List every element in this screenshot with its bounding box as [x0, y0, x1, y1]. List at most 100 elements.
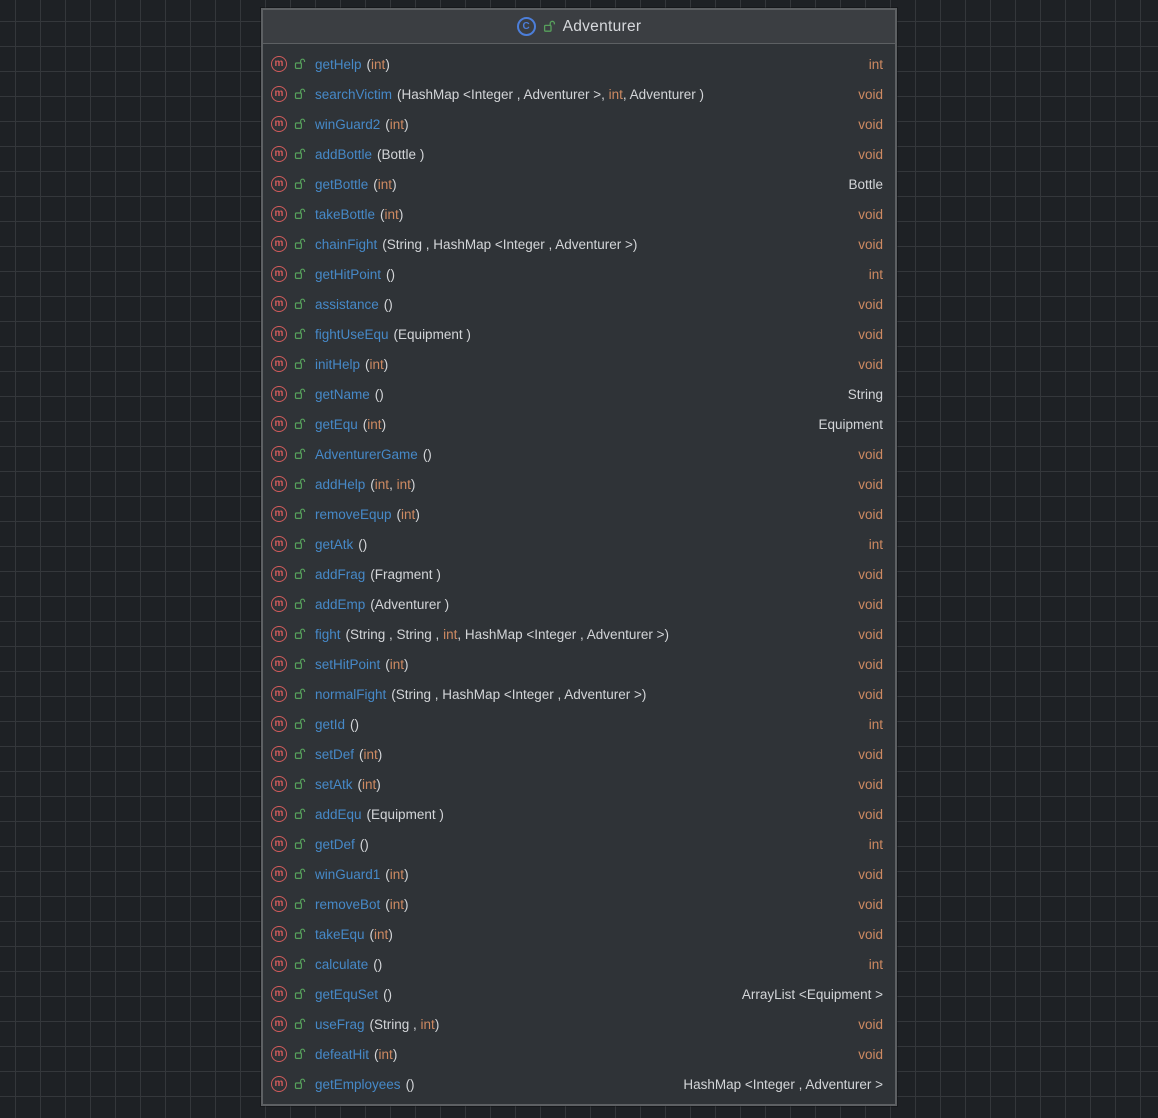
method-row[interactable]: m removeBot (int) void — [263, 889, 895, 919]
method-return-type: void — [858, 626, 883, 642]
param-segment: int — [374, 926, 389, 942]
method-row[interactable]: m getName () String — [263, 379, 895, 409]
method-return-type: Equipment — [818, 416, 883, 432]
method-row[interactable]: m getEmployees () HashMap <Integer , Adv… — [263, 1069, 895, 1099]
diagram-canvas[interactable]: C Adventurer m getHelp (int) int m searc… — [0, 0, 1158, 1118]
method-row[interactable]: m searchVictim (HashMap <Integer , Adven… — [263, 79, 895, 109]
method-return-type: int — [868, 716, 883, 732]
method-row[interactable]: m useFrag (String , int) void — [263, 1009, 895, 1039]
method-row[interactable]: m setDef (int) void — [263, 739, 895, 769]
param-segment: int — [363, 746, 378, 762]
public-visibility-icon — [294, 358, 306, 369]
param-segment: ) — [410, 476, 416, 492]
method-return-type: HashMap <Integer , Adventurer > — [683, 1076, 883, 1092]
method-return-type: Bottle — [848, 176, 883, 192]
method-icon: m — [271, 686, 287, 702]
param-segment: int — [378, 1046, 393, 1062]
param-segment: () — [350, 716, 360, 732]
method-name: getAtk — [315, 536, 354, 552]
method-icon: m — [271, 506, 287, 522]
method-name: calculate — [315, 956, 369, 972]
method-name: takeBottle — [315, 206, 376, 222]
public-visibility-icon — [294, 118, 306, 129]
method-row[interactable]: m setHitPoint (int) void — [263, 649, 895, 679]
method-row[interactable]: m getAtk () int — [263, 529, 895, 559]
method-name: useFrag — [315, 1016, 365, 1032]
method-return-type: void — [858, 206, 883, 222]
method-row[interactable]: m chainFight (String , HashMap <Integer … — [263, 229, 895, 259]
public-visibility-icon — [294, 448, 306, 459]
param-segment: int — [374, 476, 390, 492]
public-visibility-icon — [294, 688, 306, 699]
method-icon: m — [271, 86, 287, 102]
method-return-type: void — [858, 656, 883, 672]
public-visibility-icon — [294, 88, 306, 99]
public-visibility-icon — [294, 808, 306, 819]
method-params: (HashMap <Integer , Adventurer >, int, A… — [397, 87, 704, 102]
public-visibility-icon — [294, 1018, 306, 1029]
param-segment: () — [383, 986, 393, 1002]
method-row[interactable]: m winGuard2 (int) void — [263, 109, 895, 139]
method-row[interactable]: m takeBottle (int) void — [263, 199, 895, 229]
method-icon: m — [271, 806, 287, 822]
method-icon: m — [271, 116, 287, 132]
method-name: addHelp — [315, 476, 366, 492]
method-params: () — [375, 387, 384, 402]
method-row[interactable]: m getEqu (int) Equipment — [263, 409, 895, 439]
param-segment: ) — [392, 1046, 398, 1062]
param-segment: (Fragment ) — [370, 566, 441, 582]
method-row[interactable]: m winGuard1 (int) void — [263, 859, 895, 889]
method-row[interactable]: m removeEqup (int) void — [263, 499, 895, 529]
method-name: getBottle — [315, 176, 369, 192]
method-row[interactable]: m addEmp (Adventurer ) void — [263, 589, 895, 619]
method-row[interactable]: m addBottle (Bottle ) void — [263, 139, 895, 169]
method-row[interactable]: m getBottle (int) Bottle — [263, 169, 895, 199]
class-header[interactable]: C Adventurer — [263, 10, 895, 44]
method-name: assistance — [315, 296, 379, 312]
public-visibility-icon — [294, 478, 306, 489]
method-return-type: void — [858, 146, 883, 162]
method-row[interactable]: m getHelp (int) int — [263, 49, 895, 79]
param-segment: ) — [381, 416, 387, 432]
method-row[interactable]: m getEquSet () ArrayList <Equipment > — [263, 979, 895, 1009]
method-row[interactable]: m getHitPoint () int — [263, 259, 895, 289]
method-icon: m — [271, 926, 287, 942]
method-name: getHelp — [315, 56, 362, 72]
method-row[interactable]: m fightUseEqu (Equipment ) void — [263, 319, 895, 349]
method-row[interactable]: m getDef () int — [263, 829, 895, 859]
method-return-type: void — [858, 116, 883, 132]
param-segment: (String , — [369, 1016, 421, 1032]
method-row[interactable]: m normalFight (String , HashMap <Integer… — [263, 679, 895, 709]
param-segment: ) — [404, 866, 409, 882]
public-visibility-icon — [294, 418, 306, 429]
method-row[interactable]: m takeEqu (int) void — [263, 919, 895, 949]
method-row[interactable]: m defeatHit (int) void — [263, 1039, 895, 1069]
method-row[interactable]: m addEqu (Equipment ) void — [263, 799, 895, 829]
method-return-type: void — [858, 326, 883, 342]
public-visibility-icon — [294, 178, 306, 189]
public-visibility-icon — [294, 268, 306, 279]
class-box-adventurer[interactable]: C Adventurer m getHelp (int) int m searc… — [261, 8, 897, 1106]
method-row[interactable]: m getId () int — [263, 709, 895, 739]
method-name: fight — [315, 626, 341, 642]
param-segment: int — [371, 56, 386, 72]
method-row[interactable]: m initHelp (int) void — [263, 349, 895, 379]
param-segment: int — [401, 506, 416, 522]
method-icon: m — [271, 266, 287, 282]
method-row[interactable]: m addFrag (Fragment ) void — [263, 559, 895, 589]
method-name: addEqu — [315, 806, 362, 822]
param-segment: (Equipment ) — [366, 806, 444, 822]
method-params: (int) — [359, 747, 382, 762]
method-params: (int) — [358, 777, 381, 792]
method-icon: m — [271, 536, 287, 552]
param-segment: , Adventurer ) — [622, 86, 704, 102]
param-segment: ) — [404, 896, 409, 912]
method-row[interactable]: m assistance () void — [263, 289, 895, 319]
method-row[interactable]: m calculate () int — [263, 949, 895, 979]
method-params: (int) — [367, 57, 390, 72]
method-row[interactable]: m setAtk (int) void — [263, 769, 895, 799]
param-segment: () — [373, 956, 383, 972]
method-row[interactable]: m AdventurerGame () void — [263, 439, 895, 469]
method-row[interactable]: m addHelp (int, int) void — [263, 469, 895, 499]
method-row[interactable]: m fight (String , String , int, HashMap … — [263, 619, 895, 649]
